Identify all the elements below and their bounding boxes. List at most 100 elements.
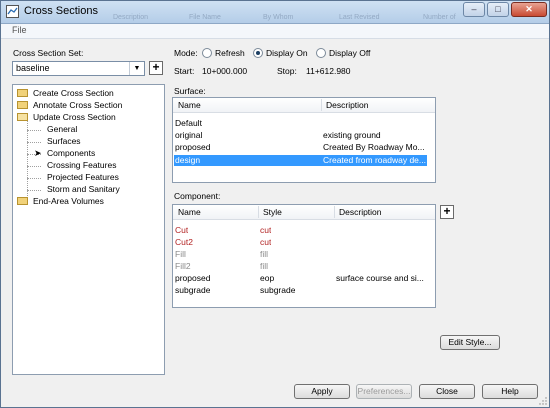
cross-section-set-value: baseline [16, 63, 50, 73]
folder-icon [17, 89, 28, 97]
component-description: surface course and si... [336, 273, 424, 283]
tree-item-general[interactable]: General [47, 124, 77, 135]
tree-item-end-area-volumes[interactable]: End-Area Volumes [17, 196, 104, 207]
bg-header-by-whom: By Whom [263, 14, 294, 21]
column-header-description[interactable]: Description [339, 207, 382, 217]
bg-header-number-of: Number of [423, 14, 456, 21]
tree-item-storm-and-sanitary[interactable]: Storm and Sanitary [47, 184, 120, 195]
component-name: Fill [175, 249, 186, 259]
component-style: subgrade [260, 285, 296, 295]
tree-item-annotate-cross-section[interactable]: Annotate Cross Section [17, 100, 122, 111]
resize-grip-icon[interactable] [539, 397, 547, 405]
add-component-button[interactable]: + [440, 205, 454, 219]
surface-description: Created By Roadway Mo... [323, 142, 425, 152]
surface-row-selected[interactable]: design Created from roadway de... [174, 155, 427, 166]
cross-section-set-select[interactable]: baseline ▼ [12, 61, 145, 76]
chevron-down-icon[interactable]: ▼ [129, 62, 144, 75]
navigation-tree: Create Cross Section Annotate Cross Sect… [12, 84, 165, 375]
bg-header-description: Description [113, 14, 149, 21]
surface-row[interactable]: proposed Created By Roadway Mo... [174, 142, 427, 153]
mode-refresh-label[interactable]: Refresh [215, 48, 245, 58]
tree-item-components[interactable]: ➤ Components [34, 148, 95, 159]
component-style: fill [260, 249, 269, 259]
tree-item-crossing-features[interactable]: Crossing Features [47, 160, 116, 171]
tree-item-label: Storm and Sanitary [47, 184, 120, 194]
component-row[interactable]: subgrade subgrade [174, 285, 427, 296]
component-style: cut [260, 237, 272, 247]
component-row[interactable]: proposed eop surface course and si... [174, 273, 427, 284]
maximize-icon: □ [495, 4, 501, 14]
mode-display-on-radio[interactable] [253, 48, 263, 58]
tree-item-label: Projected Features [47, 172, 119, 182]
surface-label: Surface: [174, 86, 206, 96]
maximize-button[interactable]: □ [487, 2, 509, 17]
mode-display-on-label[interactable]: Display On [266, 48, 308, 58]
close-button[interactable]: Close [419, 384, 475, 399]
component-name: subgrade [175, 285, 211, 295]
menu-file[interactable]: File [12, 25, 27, 35]
surface-list[interactable]: Name Description Default original existi… [172, 97, 436, 183]
surface-name: Default [175, 118, 202, 128]
column-header-name[interactable]: Name [178, 207, 201, 217]
menu-bar: File [1, 24, 549, 39]
help-button[interactable]: Help [482, 384, 538, 399]
tree-item-label: Create Cross Section [33, 88, 114, 98]
folder-icon [17, 101, 28, 109]
component-name: Cut2 [175, 237, 193, 247]
surface-description: Created from roadway de... [323, 155, 426, 165]
plus-icon: + [443, 204, 451, 218]
start-value: 10+000.000 [202, 66, 248, 76]
tree-item-label: End-Area Volumes [33, 196, 104, 206]
preferences-button[interactable]: Preferences... [356, 384, 412, 399]
plus-icon: + [152, 60, 160, 74]
apply-button[interactable]: Apply [294, 384, 350, 399]
arrow-right-icon: ➤ [34, 148, 42, 158]
component-list[interactable]: Name Style Description Cut cut Cut2 cut Fill… [172, 204, 436, 308]
surface-row[interactable]: Default [174, 118, 427, 129]
title-bar[interactable]: Cross Sections Description File Name By … [1, 1, 549, 24]
stop-value: 11+612.980 [306, 66, 351, 76]
component-style: eop [260, 273, 275, 283]
component-style: fill [260, 261, 269, 271]
component-name: proposed [175, 273, 211, 283]
mode-display-off-radio[interactable] [316, 48, 326, 58]
component-style: cut [260, 225, 272, 235]
surface-name: original [175, 130, 203, 140]
component-row[interactable]: Fill2 fill [174, 261, 427, 272]
component-list-header: Name Style Description [173, 205, 435, 220]
column-header-name[interactable]: Name [178, 100, 201, 110]
tree-item-label: Crossing Features [47, 160, 117, 170]
window-title: Cross Sections [24, 5, 98, 17]
folder-open-icon [17, 113, 28, 121]
mode-label: Mode: [174, 48, 198, 58]
tree-item-create-cross-section[interactable]: Create Cross Section [17, 88, 114, 99]
tree-item-label: Components [47, 148, 96, 158]
tree-item-surfaces[interactable]: Surfaces [47, 136, 81, 147]
stop-label: Stop: [277, 66, 297, 76]
bg-header-last-revised: Last Revised [339, 14, 380, 21]
component-row[interactable]: Fill fill [174, 249, 427, 260]
tree-item-label: Surfaces [47, 136, 81, 146]
tree-item-projected-features[interactable]: Projected Features [47, 172, 119, 183]
tree-item-label: General [47, 124, 78, 134]
tree-item-update-cross-section[interactable]: Update Cross Section [17, 112, 116, 123]
minimize-icon: – [471, 4, 477, 14]
column-header-style[interactable]: Style [263, 207, 282, 217]
column-header-description[interactable]: Description [326, 100, 369, 110]
mode-refresh-radio[interactable] [202, 48, 212, 58]
cross-sections-window: Cross Sections Description File Name By … [0, 0, 550, 408]
component-row[interactable]: Cut cut [174, 225, 427, 236]
surface-name: design [175, 155, 201, 165]
close-icon: ✕ [525, 4, 533, 14]
edit-style-button[interactable]: Edit Style... [440, 335, 500, 350]
app-icon [6, 5, 19, 18]
close-window-button[interactable]: ✕ [511, 2, 547, 17]
component-name: Fill2 [175, 261, 191, 271]
folder-icon [17, 197, 28, 205]
mode-display-off-label[interactable]: Display Off [329, 48, 370, 58]
add-set-button[interactable]: + [149, 61, 163, 75]
minimize-button[interactable]: – [463, 2, 485, 17]
surface-row[interactable]: original existing ground [174, 130, 427, 141]
component-row[interactable]: Cut2 cut [174, 237, 427, 248]
bg-header-file-name: File Name [189, 14, 221, 21]
